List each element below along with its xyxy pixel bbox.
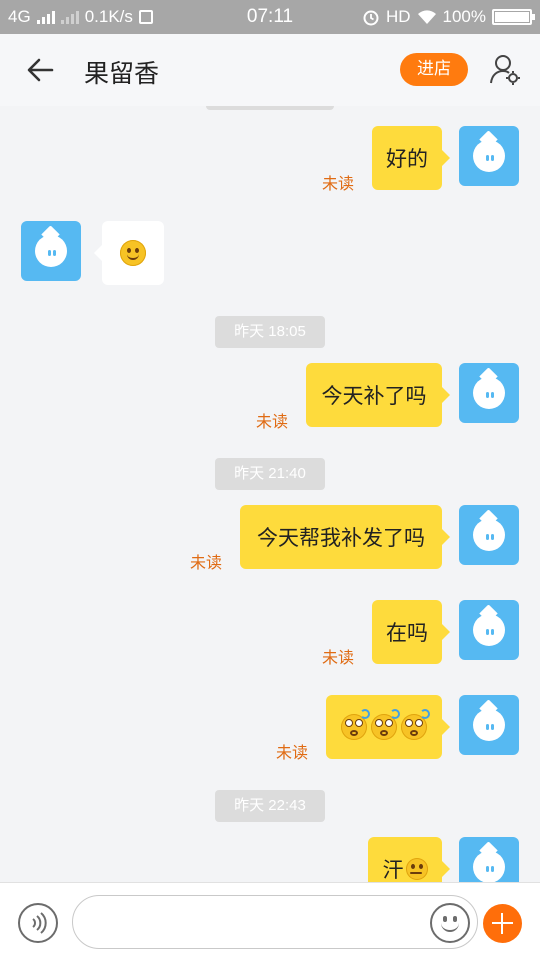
sweat-emoji-icon — [405, 858, 428, 880]
message-text: 今天补了吗 — [321, 384, 427, 408]
dizzy-emoji-icon — [341, 709, 370, 740]
unread-label: 未读 — [322, 648, 355, 667]
arrow-left-icon[interactable] — [24, 54, 58, 86]
timestamp: 昨天 18:05 — [215, 316, 325, 348]
message-text: 在吗 — [386, 621, 428, 645]
smile-emoji-icon — [120, 240, 146, 266]
hd-indicator: HD — [385, 7, 411, 26]
status-bar: 4G 0.1K/s 07:11 HD 100% — [0, 0, 540, 34]
alarm-icon — [363, 10, 379, 26]
message-text: 今天帮我补发了吗 — [257, 526, 425, 550]
timestamp: 昨天 21:40 — [215, 458, 325, 490]
message-bubble-outgoing[interactable] — [326, 695, 450, 759]
emoji-icon[interactable] — [430, 903, 470, 943]
my-avatar[interactable] — [459, 126, 519, 186]
shop-button[interactable]: 进店 — [400, 53, 468, 86]
message-bubble-incoming[interactable] — [94, 221, 164, 285]
message-bubble-outgoing[interactable]: 今天补了吗 — [306, 363, 450, 427]
contact-avatar[interactable] — [21, 221, 81, 281]
battery-icon — [492, 9, 535, 25]
voice-icon[interactable] — [18, 903, 58, 943]
dizzy-emoji-icon — [401, 709, 430, 740]
unread-label: 未读 — [276, 743, 309, 762]
wifi-icon — [417, 10, 436, 24]
timestamp: 昨天 22:43 — [215, 790, 325, 822]
my-avatar[interactable] — [459, 837, 519, 882]
unread-label: 未读 — [256, 412, 289, 431]
my-avatar[interactable] — [459, 600, 519, 660]
my-avatar[interactable] — [459, 363, 519, 423]
message-text: 好的 — [386, 147, 428, 171]
unread-label: 未读 — [322, 174, 355, 193]
dizzy-emoji-icon — [371, 709, 400, 740]
chat-header: 果留香 进店 — [0, 34, 540, 106]
unread-label: 未读 — [190, 553, 223, 572]
message-list[interactable]: 好的 未读 昨天 18:05 今天补了吗 未读 昨天 21:40 今天帮我补发了… — [0, 106, 540, 882]
timestamp-partial — [206, 106, 334, 110]
user-settings-icon[interactable] — [488, 52, 522, 86]
message-bubble-outgoing[interactable]: 今天帮我补发了吗 — [240, 505, 450, 569]
plus-icon[interactable] — [483, 904, 522, 943]
my-avatar[interactable] — [459, 695, 519, 755]
message-bubble-outgoing[interactable]: 汗 — [368, 837, 450, 882]
my-avatar[interactable] — [459, 505, 519, 565]
message-bubble-outgoing[interactable]: 好的 — [372, 126, 450, 190]
page-title: 果留香 — [84, 59, 160, 88]
message-bubble-outgoing[interactable]: 在吗 — [372, 600, 450, 664]
composer-bar — [0, 882, 540, 960]
message-text: 汗 — [382, 858, 404, 882]
message-input[interactable] — [72, 895, 478, 949]
battery-percent: 100% — [442, 7, 486, 26]
